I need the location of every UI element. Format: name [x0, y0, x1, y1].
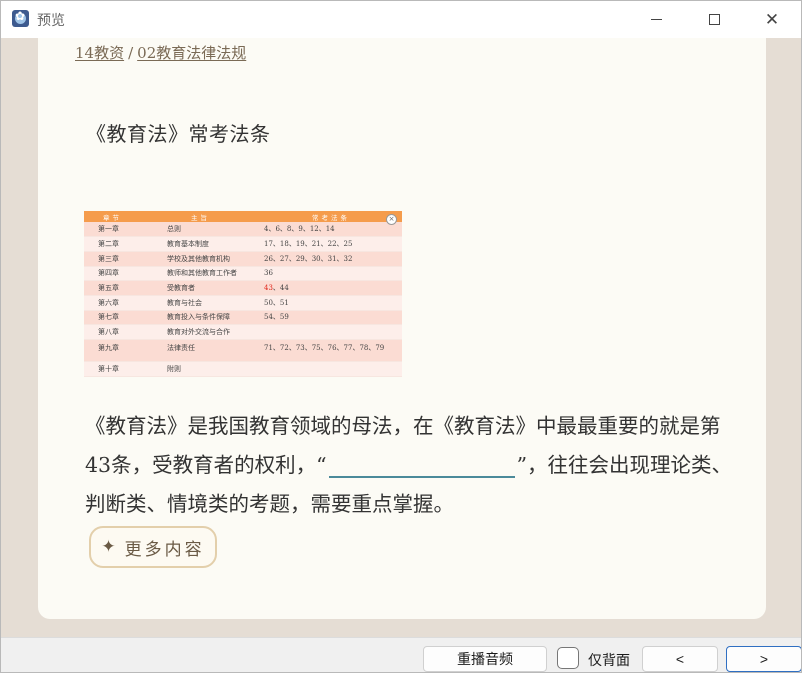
article-rest: 、44 [272, 284, 289, 293]
close-button[interactable]: ✕ [743, 1, 801, 38]
table-header-articles: 常考法条 [260, 211, 402, 222]
table-cell-articles [260, 361, 402, 377]
more-content-button[interactable]: ✦ 更多内容 [89, 526, 217, 568]
table-cell-topic: 受教育者 [141, 280, 260, 296]
table-cell-chapter: 第八章 [84, 324, 141, 340]
breadcrumb-separator: / [128, 44, 134, 62]
table-row: 第十章 附则 [84, 361, 402, 377]
table-cell-chapter: 第一章 [84, 222, 141, 238]
table-row: 第九章 法律责任 71、72、73、75、76、77、78、79 [84, 339, 402, 362]
table-row: 第二章 教育基本制度 17、18、19、21、22、25 [84, 236, 402, 252]
law-table-header-row: 章节 主旨 常考法条 [84, 211, 402, 222]
table-header-topic: 主旨 [141, 211, 260, 222]
table-cell-chapter: 第三章 [84, 251, 141, 267]
table-row: 第一章 总则 4、6、8、9、12、14 [84, 222, 402, 238]
card-title: 《教育法》常考法条 [86, 122, 271, 146]
highlighted-article: 43 [264, 284, 273, 293]
minimize-icon [650, 19, 662, 20]
table-row: 第六章 教育与社会 50、51 [84, 295, 402, 311]
more-content-label: 更多内容 [124, 539, 205, 560]
table-cell-articles: 4、6、8、9、12、14 [260, 222, 402, 238]
table-cell-topic: 教育与社会 [141, 295, 260, 311]
card-content: 14教资/02教育法律法规 《教育法》常考法条 章节 主旨 常考法条 第一章 总… [38, 38, 766, 619]
breadcrumb: 14教资/02教育法律法规 [75, 42, 246, 63]
preview-window: 预览 ✕ 14教资/02教育法律法规 《教育法》常考法条 章节 主旨 常考法条 … [0, 0, 802, 673]
breadcrumb-deck-link[interactable]: 14教资 [75, 44, 124, 62]
table-cell-topic: 教育投入与条件保障 [141, 310, 260, 326]
card-paragraph: 《教育法》是我国教育领域的母法，在《教育法》中最最重要的就是第43条，受教育者的… [85, 407, 735, 524]
bottom-toolbar: 重播音频 仅背面 < > [1, 637, 801, 672]
table-header-chapter: 章节 [84, 211, 141, 222]
table-cell-topic: 教育基本制度 [141, 236, 260, 252]
table-row: 第七章 教育投入与条件保障 54、59 [84, 310, 402, 326]
table-cell-articles: 50、51 [260, 295, 402, 311]
table-cell-articles: 43、44 [260, 280, 402, 296]
table-cell-chapter: 第四章 [84, 266, 141, 282]
sparkle-icon: ✦ [101, 537, 119, 557]
back-only-checkbox[interactable] [557, 647, 579, 669]
breadcrumb-subdeck-link[interactable]: 02教育法律法规 [137, 44, 246, 62]
table-row: 第四章 教师和其他教育工作者 36 [84, 266, 402, 282]
table-cell-topic: 总则 [141, 222, 260, 238]
table-cell-articles: 36 [260, 266, 402, 282]
minimize-button[interactable] [627, 1, 685, 38]
window-title: 预览 [37, 12, 65, 28]
maximize-button[interactable] [685, 1, 743, 38]
table-cell-articles: 26、27、29、30、31、32 [260, 251, 402, 267]
table-cell-topic: 教师和其他教育工作者 [141, 266, 260, 282]
title-bar: 预览 ✕ [1, 1, 801, 38]
image-close-icon: × [386, 214, 397, 225]
table-row: 第五章 受教育者 43、44 [84, 280, 402, 296]
table-row: 第三章 学校及其他教育机构 26、27、29、30、31、32 [84, 251, 402, 267]
table-cell-articles: 54、59 [260, 310, 402, 326]
table-cell-chapter: 第六章 [84, 295, 141, 311]
replay-audio-button[interactable]: 重播音频 [423, 646, 547, 672]
table-cell-articles: 71、72、73、75、76、77、78、79 [260, 339, 402, 362]
table-cell-topic: 法律责任 [141, 339, 260, 362]
table-cell-topic: 附则 [141, 361, 260, 377]
table-cell-chapter: 第十章 [84, 361, 141, 377]
table-cell-chapter: 第二章 [84, 236, 141, 252]
law-table-image: 章节 主旨 常考法条 第一章 总则 4、6、8、9、12、14 第二章 教育基本… [84, 211, 402, 377]
maximize-icon [708, 14, 720, 25]
app-icon [12, 9, 29, 27]
table-cell-chapter: 第七章 [84, 310, 141, 326]
back-only-label: 仅背面 [588, 653, 630, 669]
close-icon: ✕ [764, 9, 780, 30]
table-cell-topic: 学校及其他教育机构 [141, 251, 260, 267]
previous-card-button[interactable]: < [642, 646, 718, 672]
table-cell-chapter: 第五章 [84, 280, 141, 296]
cloze-blank [328, 452, 515, 478]
table-cell-articles: 17、18、19、21、22、25 [260, 236, 402, 252]
table-row: 第八章 教育对外交流与合作 [84, 324, 402, 340]
table-cell-articles [260, 324, 402, 340]
table-cell-chapter: 第九章 [84, 339, 141, 362]
next-card-button[interactable]: > [726, 646, 801, 672]
table-cell-topic: 教育对外交流与合作 [141, 324, 260, 340]
